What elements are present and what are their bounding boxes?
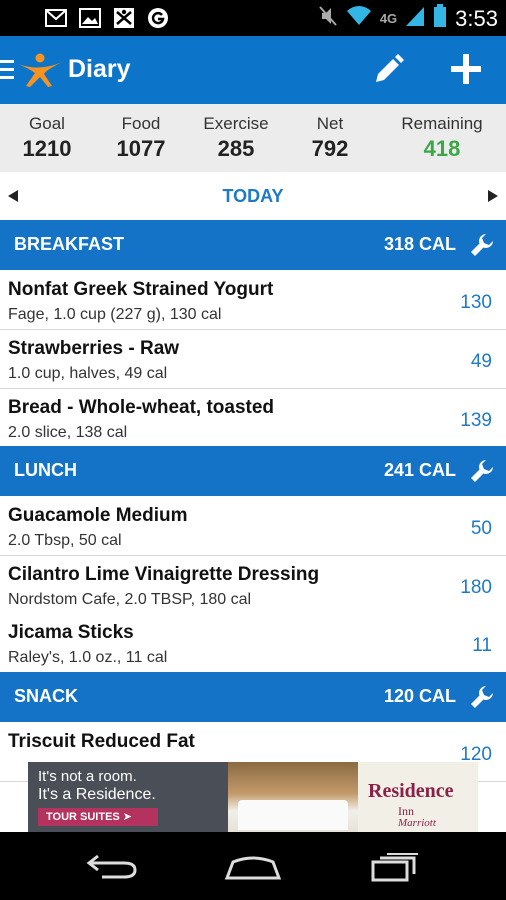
meal-name: LUNCH (14, 460, 77, 480)
meal-header-lunch[interactable]: LUNCH 241 CAL (0, 446, 506, 496)
food-detail: Nordstom Cafe, 2.0 TBSP, 180 cal (8, 591, 252, 608)
food-calories: 11 (472, 635, 492, 656)
ad-brand-name: Residence (368, 780, 454, 802)
mute-icon (318, 5, 338, 32)
summary-value: 1210 (22, 136, 72, 161)
image-icon (78, 6, 102, 30)
food-calories: 180 (460, 577, 492, 598)
meal-header-breakfast[interactable]: BREAKFAST 318 CAL (0, 220, 506, 270)
recent-apps-icon[interactable] (370, 852, 420, 887)
food-entry[interactable]: Jicama Sticks Raley's, 1.0 oz., 11 cal 1… (0, 614, 506, 672)
calorie-summary: Goal 1210 Food 1077 Exercise 285 Net 792… (0, 104, 506, 172)
summary-value: 285 (217, 136, 255, 161)
fitness-icon (112, 6, 136, 30)
ad-line-2: It's a Residence. (38, 786, 156, 803)
food-entry[interactable]: Cilantro Lime Vinaigrette Dressing Nords… (0, 556, 506, 615)
meal-calories: 318 CAL (383, 234, 456, 254)
food-name: Bread - Whole-wheat, toasted (8, 397, 275, 418)
summary-label: Food (121, 114, 161, 133)
summary-goal: Goal 1210 (17, 113, 77, 164)
food-calories: 49 (470, 351, 492, 372)
food-detail: 2.0 Tbsp, 50 cal (8, 532, 122, 549)
ad-text-panel: It's not a room. It's a Residence. TOUR … (28, 762, 228, 832)
summary-label: Exercise (203, 114, 269, 133)
wifi-icon (346, 5, 372, 32)
food-detail: Fage, 1.0 cup (227 g), 130 cal (8, 306, 222, 323)
home-icon[interactable] (224, 856, 282, 885)
network-type: 4G (379, 11, 398, 26)
day-navigator: TODAY (0, 172, 506, 220)
food-entry[interactable]: Bread - Whole-wheat, toasted 2.0 slice, … (0, 389, 506, 447)
ad-banner[interactable]: It's not a room. It's a Residence. TOUR … (28, 762, 478, 832)
summary-value: 1077 (116, 136, 166, 161)
food-name: Strawberries - Raw (8, 338, 180, 359)
app-logo-icon[interactable] (16, 52, 64, 93)
food-calories: 50 (470, 518, 492, 539)
summary-value: 418 (423, 136, 461, 161)
food-detail: 1.0 cup, halves, 49 cal (8, 365, 168, 382)
summary-food: Food 1077 (111, 113, 171, 164)
meal-name: BREAKFAST (14, 234, 125, 254)
status-bar: 4G 3:53 (0, 0, 506, 36)
add-icon[interactable] (450, 53, 482, 90)
google-icon (146, 6, 170, 30)
app-title: Diary (68, 55, 131, 83)
food-calories: 139 (460, 410, 492, 431)
current-day-label[interactable]: TODAY (0, 186, 506, 207)
ad-bed-image (238, 800, 348, 830)
food-name: Triscuit Reduced Fat (8, 731, 195, 752)
edit-icon[interactable] (372, 54, 404, 91)
summary-value: 792 (311, 136, 349, 161)
food-calories: 130 (460, 292, 492, 313)
signal-icon (405, 5, 425, 32)
food-entry[interactable]: Nonfat Greek Strained Yogurt Fage, 1.0 c… (0, 271, 506, 330)
meal-header-snack[interactable]: SNACK 120 CAL (0, 672, 506, 722)
summary-label: Goal (29, 114, 65, 133)
food-detail: Raley's, 1.0 oz., 11 cal (8, 649, 168, 666)
food-name: Jicama Sticks (8, 622, 134, 643)
ad-tour-button[interactable]: TOUR SUITES ➤ (38, 808, 158, 826)
meal-calories: 120 CAL (383, 686, 456, 706)
summary-net: Net 792 (300, 113, 360, 164)
app-bar: Diary (0, 36, 506, 104)
summary-exercise: Exercise 285 (196, 113, 276, 164)
food-entry[interactable]: Strawberries - Raw 1.0 cup, halves, 49 c… (0, 330, 506, 389)
battery-icon (433, 4, 447, 33)
food-name: Guacamole Medium (8, 505, 188, 526)
food-name: Cilantro Lime Vinaigrette Dressing (8, 564, 320, 585)
ad-line-1: It's not a room. (38, 768, 137, 785)
wrench-icon[interactable] (470, 685, 494, 714)
summary-label: Remaining (401, 114, 483, 133)
food-detail: 2.0 slice, 138 cal (8, 424, 128, 441)
food-entry[interactable]: Guacamole Medium 2.0 Tbsp, 50 cal 50 (0, 497, 506, 556)
back-icon[interactable] (86, 852, 138, 885)
menu-icon[interactable] (0, 58, 14, 87)
system-nav-bar (0, 832, 506, 900)
ad-brand-panel: Residence Inn Marriott (358, 762, 478, 832)
meal-calories: 241 CAL (383, 460, 456, 480)
next-day-arrow-icon[interactable] (488, 190, 498, 202)
food-name: Nonfat Greek Strained Yogurt (8, 279, 274, 300)
summary-label: Net (316, 114, 344, 133)
summary-remaining: Remaining 418 (396, 113, 488, 164)
wrench-icon[interactable] (470, 459, 494, 488)
clock: 3:53 (455, 5, 498, 31)
wrench-icon[interactable] (470, 233, 494, 262)
ad-brand-parent: Marriott (398, 817, 436, 829)
gmail-icon (44, 6, 68, 30)
meal-name: SNACK (14, 686, 79, 706)
